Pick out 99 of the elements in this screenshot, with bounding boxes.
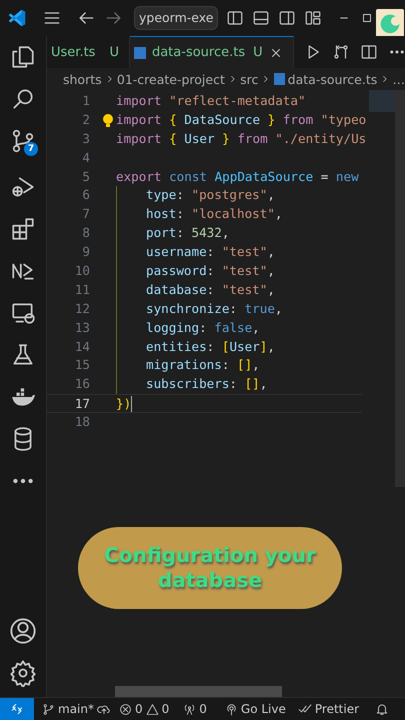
code-token: subscribers [146,375,230,394]
code-token: "reflect-metadata" [169,92,306,110]
command-center-field[interactable]: ypeorm-exe [134,6,218,30]
breadcrumb-item[interactable]: 01-create-project [116,72,225,86]
go-live-button[interactable]: Go Live [240,702,286,716]
code-token: User [229,338,260,356]
line-number: 8 [81,224,90,242]
code-token: import [116,110,162,129]
error-count[interactable]: 0 [134,702,143,716]
code-token: import [116,92,162,110]
code-token: , [267,338,275,356]
code-token: , [260,375,268,394]
editor-tab[interactable]: data-source.ts U [130,36,294,68]
line-number: 7 [81,205,90,224]
code-token: : [206,338,216,356]
code-token: [ [222,338,230,356]
code-token: : [176,205,185,224]
code-token: "localhost" [192,205,275,224]
code-token: host [146,205,176,224]
breadcrumb-item[interactable]: shorts [63,72,102,86]
code-token: , [274,300,283,318]
ports-count[interactable]: 0 [199,702,207,716]
code-token: , [267,280,275,299]
code-token: logging [146,318,200,337]
code-token: export [116,168,162,186]
code-token: migrations [146,356,222,374]
code-token: database [146,280,207,299]
code-token: , [252,356,260,374]
code-token: : [176,186,185,204]
line-number: 1 [81,92,90,110]
code-token: { [169,110,177,129]
code-token: from [282,110,314,129]
code-token: = [320,168,330,186]
line-number: 15 [74,356,90,374]
line-number: 12 [74,300,90,318]
line-number: 14 [74,338,90,356]
caption-text: Configuration your database [103,543,317,593]
code-token: synchronize [146,300,230,318]
line-number: 18 [74,413,90,432]
code-token: ] [260,338,268,356]
line-number: 9 [81,243,90,262]
code-token: [] [237,356,252,374]
line-number: 3 [81,130,90,148]
code-token: entities [146,338,207,356]
code-token: , [267,262,275,280]
code-token: : [176,224,185,242]
line-number: 6 [81,186,90,204]
breadcrumb-item[interactable]: … [392,72,405,86]
code-token: "test" [222,280,268,299]
warning-count[interactable]: 0 [162,702,170,716]
breadcrumb-item[interactable]: src [240,72,258,86]
code-token: : [229,375,238,394]
code-token: false [214,318,252,337]
code-token: "postgres" [192,186,268,204]
code-token: : [206,280,216,299]
code-token: : [206,243,216,262]
code-token: DataSource [183,110,262,129]
code-token: : [229,300,238,318]
code-token: 5432 [192,224,222,242]
code-token: username [146,243,207,262]
line-number: 13 [74,318,90,337]
notification-badge: 7 [24,142,38,156]
code-token: : [222,356,230,374]
code-token: , [267,243,275,262]
code-token: } [222,130,231,148]
code-token: }) [116,395,132,412]
code-token: , [267,186,275,204]
code-token: password [146,262,207,280]
line-number: 2 [81,110,90,129]
code-token: "typeo [320,110,366,129]
code-token: User [183,130,216,148]
code-token: : [206,262,216,280]
code-token: true [244,300,275,318]
line-number: 10 [74,262,90,280]
breadcrumb-item[interactable]: data-source.ts [288,72,378,86]
line-number: 16 [74,375,90,394]
line-number: 11 [74,280,90,299]
line-number: 4 [81,148,90,167]
prettier-button[interactable]: Prettier [314,702,360,716]
code-token: } [268,110,276,129]
code-token: "./entity/Us [275,130,366,148]
code-token: type [146,186,176,204]
code-token: import [116,130,162,148]
code-token: { [169,130,177,148]
code-token: port [146,224,176,242]
code-token: , [252,318,260,337]
line-number: 17 [74,395,90,412]
branch-name[interactable]: main* [58,702,94,716]
code-token: "test" [222,243,268,262]
code-token: [] [244,375,260,394]
code-token: const [169,168,208,186]
code-token: : [199,318,208,337]
code-token: AppDataSource [214,168,314,186]
line-number: 5 [81,168,90,186]
code-token: "test" [222,262,268,280]
code-token: from [237,130,269,148]
code-token: new [336,168,359,186]
code-token: , [222,224,230,242]
code-token: , [274,205,283,224]
